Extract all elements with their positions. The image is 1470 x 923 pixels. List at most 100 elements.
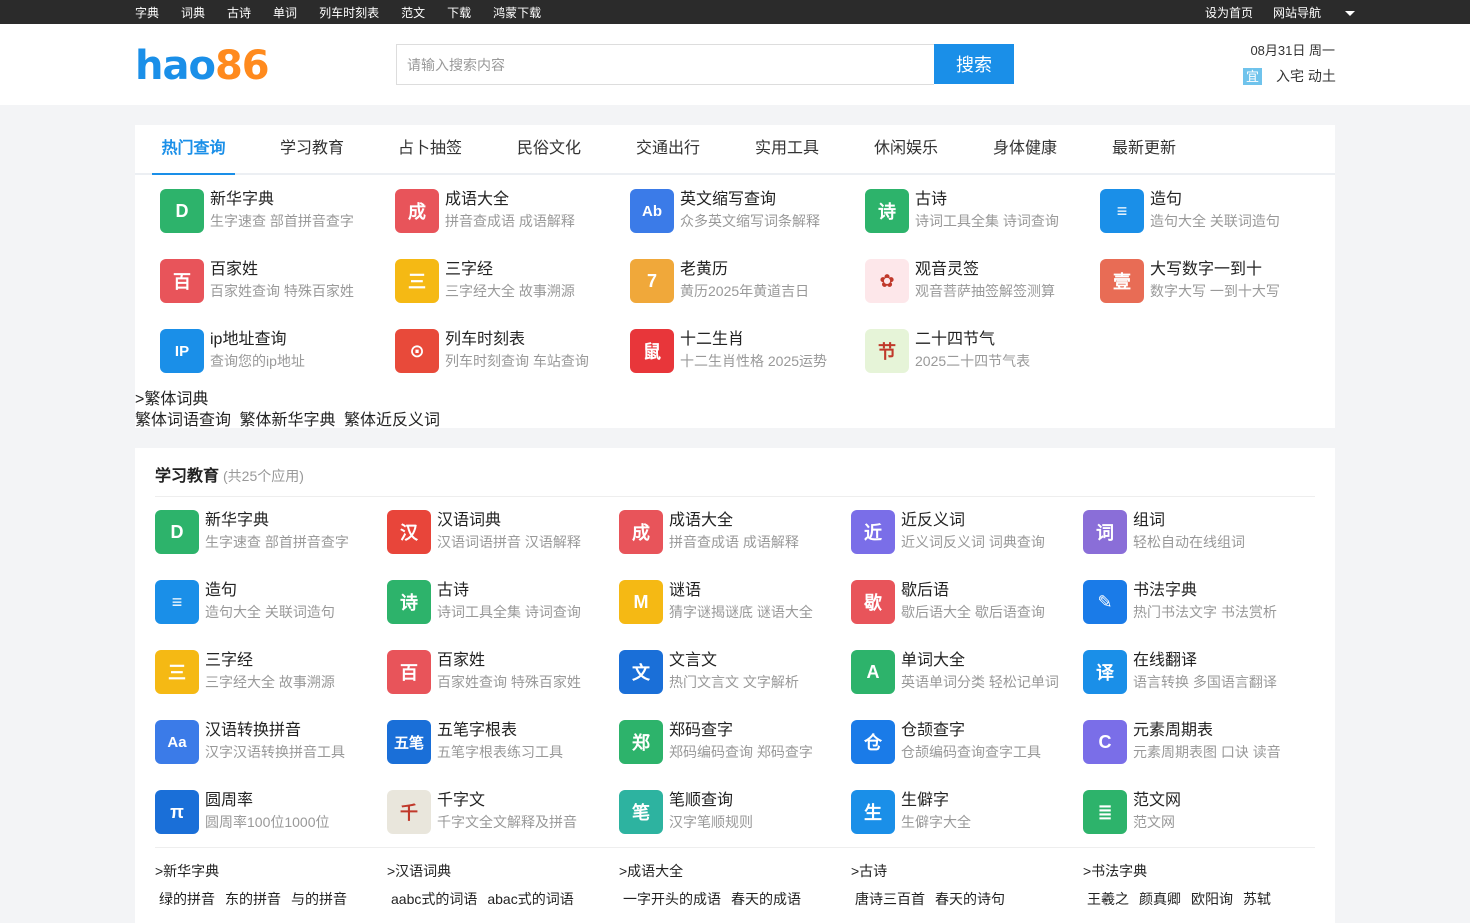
sub-link[interactable]: 东的拼音 — [225, 891, 281, 907]
yi-text: 入宅 动土 — [1276, 68, 1336, 84]
tab-2[interactable]: 占卜抽签 — [389, 125, 471, 175]
app-tile[interactable]: 壹大写数字一到十 数字大写 一到十大写 — [1100, 259, 1280, 303]
tab-3[interactable]: 民俗文化 — [508, 125, 590, 175]
app-tile[interactable]: 郑郑码查字 郑码编码查询 郑码查字 — [619, 720, 813, 764]
app-tile[interactable]: π 圆周率 圆周率100位1000位 — [155, 790, 330, 834]
app-tile[interactable]: A 单词大全 英语单词分类 轻松记单词 — [851, 650, 1059, 694]
sub-category-title[interactable]: >古诗 — [851, 861, 887, 881]
app-tile[interactable]: 百百家姓 百家姓查询 特殊百家姓 — [160, 259, 354, 303]
app-title: 笔顺查询 — [669, 792, 734, 809]
top-link-train[interactable]: 列车时刻表 — [319, 4, 379, 21]
top-link-gushi[interactable]: 古诗 — [227, 4, 251, 21]
divider — [155, 847, 1315, 848]
app-tile[interactable]: 歇歇后语 歇后语大全 歇后语查询 — [851, 580, 1045, 624]
app-title: 仓颉查字 — [901, 722, 966, 739]
app-tile[interactable]: 笔笔顺查询 汉字笔顺规则 — [619, 790, 753, 834]
tab-7[interactable]: 身体健康 — [984, 125, 1066, 175]
sub-link[interactable]: 苏轼 — [1243, 891, 1271, 907]
sub-link[interactable]: 春天的成语 — [731, 891, 801, 907]
sub-link[interactable]: 与的拼音 — [291, 891, 347, 907]
sub-category-title[interactable]: >成语大全 — [619, 861, 683, 881]
app-tile[interactable]: 三三字经 三字经大全 故事溯源 — [155, 650, 335, 694]
top-link-zidian[interactable]: 字典 — [135, 4, 159, 21]
app-tile[interactable]: 成成语大全 拼音查成语 成语解释 — [619, 510, 799, 554]
top-link-harmony[interactable]: 鸿蒙下载 — [493, 4, 541, 21]
tab-4[interactable]: 交通出行 — [627, 125, 709, 175]
sub-link[interactable]: 春天的诗句 — [935, 891, 1005, 907]
app-tile[interactable]: ⊙ 列车时刻表 列车时刻查询 车站查询 — [395, 329, 589, 373]
app-tile[interactable]: 千千字文 千字文全文解释及拼音 — [387, 790, 577, 834]
app-tile[interactable]: 仓仓颉查字 仓颉编码查询查字工具 — [851, 720, 1041, 764]
sub-link[interactable]: 一字开头的成语 — [623, 891, 721, 907]
top-link-danci[interactable]: 单词 — [273, 4, 297, 21]
sub-category-title[interactable]: >书法字典 — [1083, 861, 1147, 881]
site-nav-dropdown[interactable]: 网站导航 — [1273, 4, 1356, 21]
app-desc: 列车时刻查询 车站查询 — [445, 353, 589, 369]
app-tile[interactable]: ≣ 范文网 范文网 — [1083, 790, 1181, 834]
set-home-link[interactable]: 设为首页 — [1205, 4, 1253, 21]
idiom-book-icon: 成 — [395, 189, 439, 233]
top-link-download[interactable]: 下载 — [447, 4, 471, 21]
app-tile[interactable]: ≡ 造句 造句大全 关联词造句 — [155, 580, 335, 624]
app-text: 观音灵签 观音菩萨抽签解签测算 — [915, 259, 1055, 301]
tab-1[interactable]: 学习教育 — [271, 125, 353, 175]
fanti-link[interactable]: 繁体词语查询 — [135, 412, 231, 429]
sub-category-title[interactable]: >汉语词典 — [387, 861, 451, 881]
sub-link[interactable]: 颜真卿 — [1139, 891, 1181, 907]
app-tile[interactable]: ✎ 书法字典 热门书法文字 书法赏析 — [1083, 580, 1277, 624]
app-tile[interactable]: 7 老黄历 黄历2025年黄道吉日 — [630, 259, 809, 303]
app-title: 列车时刻表 — [445, 331, 526, 348]
app-tile[interactable]: Ab 英文缩写查询 众多英文缩写词条解释 — [630, 189, 820, 233]
poem-icon: 诗 — [865, 189, 909, 233]
app-tile[interactable]: 诗古诗 诗词工具全集 诗词查询 — [387, 580, 581, 624]
sub-link[interactable]: aabc式的词语 — [391, 891, 477, 907]
app-tile[interactable]: 鼠十二生肖 十二生肖性格 2025运势 — [630, 329, 827, 373]
app-text: 二十四节气 2025二十四节气表 — [915, 329, 1030, 371]
app-tile[interactable]: 文文言文 热门文言文 文字解析 — [619, 650, 799, 694]
zhengma-icon: 郑 — [619, 720, 663, 764]
sub-category-title[interactable]: >新华字典 — [155, 861, 219, 881]
app-text: 生僻字 生僻字大全 — [901, 790, 971, 832]
fanti-link[interactable]: 繁体新华字典 — [239, 412, 335, 429]
sub-link[interactable]: 欧阳询 — [1191, 891, 1233, 907]
app-tile[interactable]: D 新华字典 生字速查 部首拼音查字 — [160, 189, 354, 233]
sub-link[interactable]: abac式的词语 — [487, 891, 573, 907]
header: hao86 搜索 08月31日 周一 宜 入宅 动土 — [0, 24, 1470, 105]
app-tile[interactable]: 词组词 轻松自动在线组词 — [1083, 510, 1245, 554]
app-tile[interactable]: 译在线翻译 语言转换 多国语言翻译 — [1083, 650, 1277, 694]
app-tile[interactable]: 成成语大全 拼音查成语 成语解释 — [395, 189, 575, 233]
app-tile[interactable]: 节二十四节气 2025二十四节气表 — [865, 329, 1030, 373]
tab-5[interactable]: 实用工具 — [746, 125, 828, 175]
fanti-link[interactable]: 繁体近反义词 — [344, 412, 440, 429]
app-tile[interactable]: M 谜语 猜字谜揭谜底 谜语大全 — [619, 580, 813, 624]
app-tile[interactable]: 汉汉语词典 汉语词语拼音 汉语解释 — [387, 510, 581, 554]
top-link-fanwen[interactable]: 范文 — [401, 4, 425, 21]
app-tile[interactable]: ✿ 观音灵签 观音菩萨抽签解签测算 — [865, 259, 1055, 303]
chat-bubble-icon: ≡ — [1100, 189, 1144, 233]
app-tile[interactable]: 三三字经 三字经大全 故事溯源 — [395, 259, 575, 303]
app-tile[interactable]: 百百家姓 百家姓查询 特殊百家姓 — [387, 650, 581, 694]
app-title: 生僻字 — [901, 792, 950, 809]
search-button[interactable]: 搜索 — [934, 44, 1014, 84]
app-tile[interactable]: 生生僻字 生僻字大全 — [851, 790, 971, 834]
top-link-cidian[interactable]: 词典 — [181, 4, 205, 21]
app-tile[interactable]: IP ip地址查询 查询您的ip地址 — [160, 329, 305, 373]
tab-8[interactable]: 最新更新 — [1103, 125, 1185, 175]
sub-link[interactable]: 王羲之 — [1087, 891, 1129, 907]
app-title: 造句 — [1150, 191, 1183, 208]
app-tile[interactable]: D 新华字典 生字速查 部首拼音查字 — [155, 510, 349, 554]
app-tile[interactable]: Aa 汉语转换拼音 汉字汉语转换拼音工具 — [155, 720, 345, 764]
search-input[interactable] — [396, 44, 934, 85]
app-tile[interactable]: ≡ 造句 造句大全 关联词造句 — [1100, 189, 1280, 233]
app-tile[interactable]: C 元素周期表 元素周期表图 口诀 读音 — [1083, 720, 1281, 764]
sub-link[interactable]: 唐诗三百首 — [855, 891, 925, 907]
pi-icon: π — [155, 790, 199, 834]
tab-6[interactable]: 休闲娱乐 — [865, 125, 947, 175]
element-icon: C — [1083, 720, 1127, 764]
app-tile[interactable]: 诗古诗 诗词工具全集 诗词查询 — [865, 189, 1059, 233]
logo[interactable]: hao86 — [135, 44, 270, 88]
sub-link[interactable]: 绿的拼音 — [159, 891, 215, 907]
app-tile[interactable]: 五笔 五笔字根表 五笔字根表练习工具 — [387, 720, 563, 764]
tab-0[interactable]: 热门查询 — [152, 125, 235, 175]
app-tile[interactable]: 近近反义词 近义词反义词 词典查询 — [851, 510, 1045, 554]
